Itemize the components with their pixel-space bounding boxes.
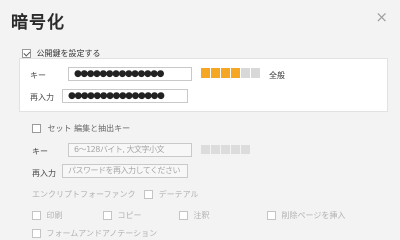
key-label: キー [30,71,46,80]
cert-key-label: キー [32,147,48,156]
print-checkbox[interactable] [32,211,41,220]
encrypt-row: エンクリプトフォーファンク デーテアル [32,189,199,200]
encryption-dialog: 暗号化 × 公開鍵を設定する キー ●●●●●●●●●●●●●● 全般 再入力 … [0,0,400,240]
dialog-title: 暗号化 [11,13,65,33]
strength-text: 全般 [269,71,285,80]
cert-key-field[interactable]: 6～128バイト, 大文字小文 [68,143,192,157]
reenter-password-field[interactable]: ●●●●●●●●●●●●●●● [62,89,188,103]
cert-reenter-field[interactable]: パスワードを再入力してください [62,164,188,178]
encrypt-row-value: デーテアル [158,190,199,199]
public-key-checkbox-row[interactable]: 公開鍵を設定する [22,48,101,59]
strength-segment [201,145,210,154]
cert-strength-meter [201,145,250,154]
reenter-label: 再入力 [30,93,54,102]
edit-extract-checkbox[interactable] [32,124,41,133]
close-icon[interactable]: × [375,10,388,25]
annotate-label: 注釈 [193,211,210,220]
strength-segment [211,145,220,154]
public-key-checkbox[interactable] [22,49,31,58]
form-annotation-label: フォームアンドアノテーション [46,229,158,238]
key-password-field[interactable]: ●●●●●●●●●●●●●● [68,67,192,81]
strength-segment [231,145,240,154]
delete-insert-label: 削除ページを挿入 [281,211,346,220]
strength-segment [241,145,250,154]
strength-segment [221,145,230,154]
strength-segment [231,68,240,78]
strength-segment [241,68,250,78]
edit-extract-checkbox-row[interactable]: セット 編集と抽出キー [32,123,130,134]
permission-annotate[interactable]: 注釈 [179,210,210,221]
password-strength-meter [201,68,260,78]
strength-segment [211,68,220,78]
permission-copy[interactable]: コピー [103,210,142,221]
strength-segment [201,68,210,78]
strength-segment [251,68,260,78]
delete-insert-checkbox[interactable] [267,211,276,220]
edit-extract-checkbox-label: セット 編集と抽出キー [47,124,131,133]
form-annotation-checkbox[interactable] [32,229,41,238]
public-key-checkbox-label: 公開鍵を設定する [36,49,101,58]
cert-reenter-label: 再入力 [32,169,56,178]
copy-label: コピー [117,211,142,220]
encrypt-row-label: エンクリプトフォーファンク [32,190,136,199]
copy-checkbox[interactable] [103,211,112,220]
permission-form-annotation[interactable]: フォームアンドアノテーション [32,228,157,239]
permission-delete-insert[interactable]: 削除ページを挿入 [267,210,345,221]
strength-segment [221,68,230,78]
print-label: 印刷 [46,211,63,220]
encrypt-checkbox[interactable] [144,190,154,199]
permission-print[interactable]: 印刷 [32,210,63,221]
annotate-checkbox[interactable] [179,211,188,220]
